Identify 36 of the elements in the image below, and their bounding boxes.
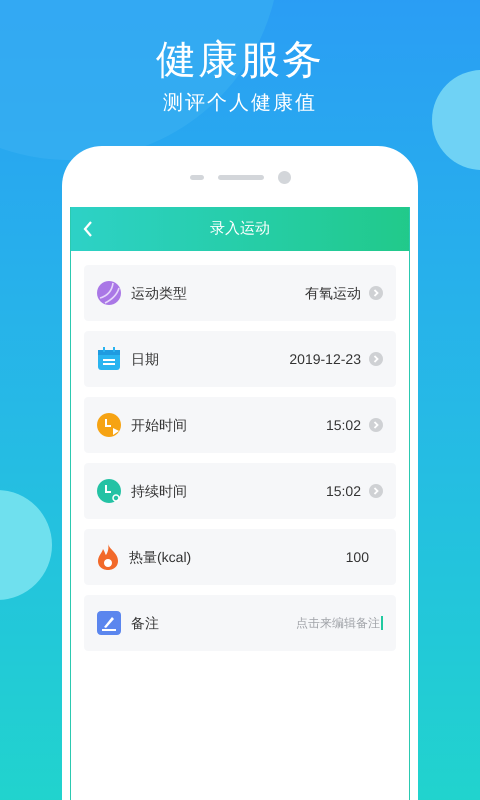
form-row[interactable]: 日期 2019-12-23 <box>84 331 396 387</box>
row-label: 热量(kcal) <box>129 548 192 567</box>
subtitle: 测评个人健康值 <box>163 91 317 116</box>
row-label: 备注 <box>131 614 159 632</box>
row-value: 15:02 <box>326 482 361 500</box>
chevron-icon <box>369 418 383 432</box>
chevron-icon <box>369 484 383 498</box>
speaker-icon <box>218 174 264 180</box>
row-label: 持续时间 <box>131 482 187 500</box>
headline: 健康服务 <box>156 37 324 84</box>
screen-title: 录入运动 <box>210 218 270 239</box>
sensor-icon <box>190 174 204 180</box>
form-row[interactable]: 开始时间 15:02 <box>84 397 396 453</box>
row-value: 100 <box>346 548 369 566</box>
back-icon <box>83 221 93 237</box>
row-value: 15:02 <box>326 416 361 434</box>
form-row[interactable]: 备注 点击来编辑备注 <box>84 595 396 651</box>
clock-icon <box>97 413 121 437</box>
row-value: 有氧运动 <box>305 284 361 302</box>
flame-icon <box>97 544 119 570</box>
ball-icon <box>97 281 121 305</box>
form-row[interactable]: 运动类型 有氧运动 <box>84 265 396 321</box>
text-cursor <box>381 616 383 630</box>
row-label: 运动类型 <box>131 284 187 302</box>
row-label: 日期 <box>131 350 159 368</box>
row-value: 2019-12-23 <box>289 350 361 368</box>
form-row[interactable]: 持续时间 15:02 <box>84 463 396 519</box>
chevron-icon <box>369 352 383 366</box>
form-row[interactable]: 热量(kcal) 100 <box>84 529 396 585</box>
clock-icon <box>97 479 121 503</box>
calendar-icon <box>97 347 121 371</box>
note-field[interactable]: 点击来编辑备注 <box>296 614 380 632</box>
row-label: 开始时间 <box>131 416 187 434</box>
pen-icon <box>97 611 121 635</box>
camera-icon <box>278 170 290 184</box>
chevron-icon <box>369 286 383 300</box>
